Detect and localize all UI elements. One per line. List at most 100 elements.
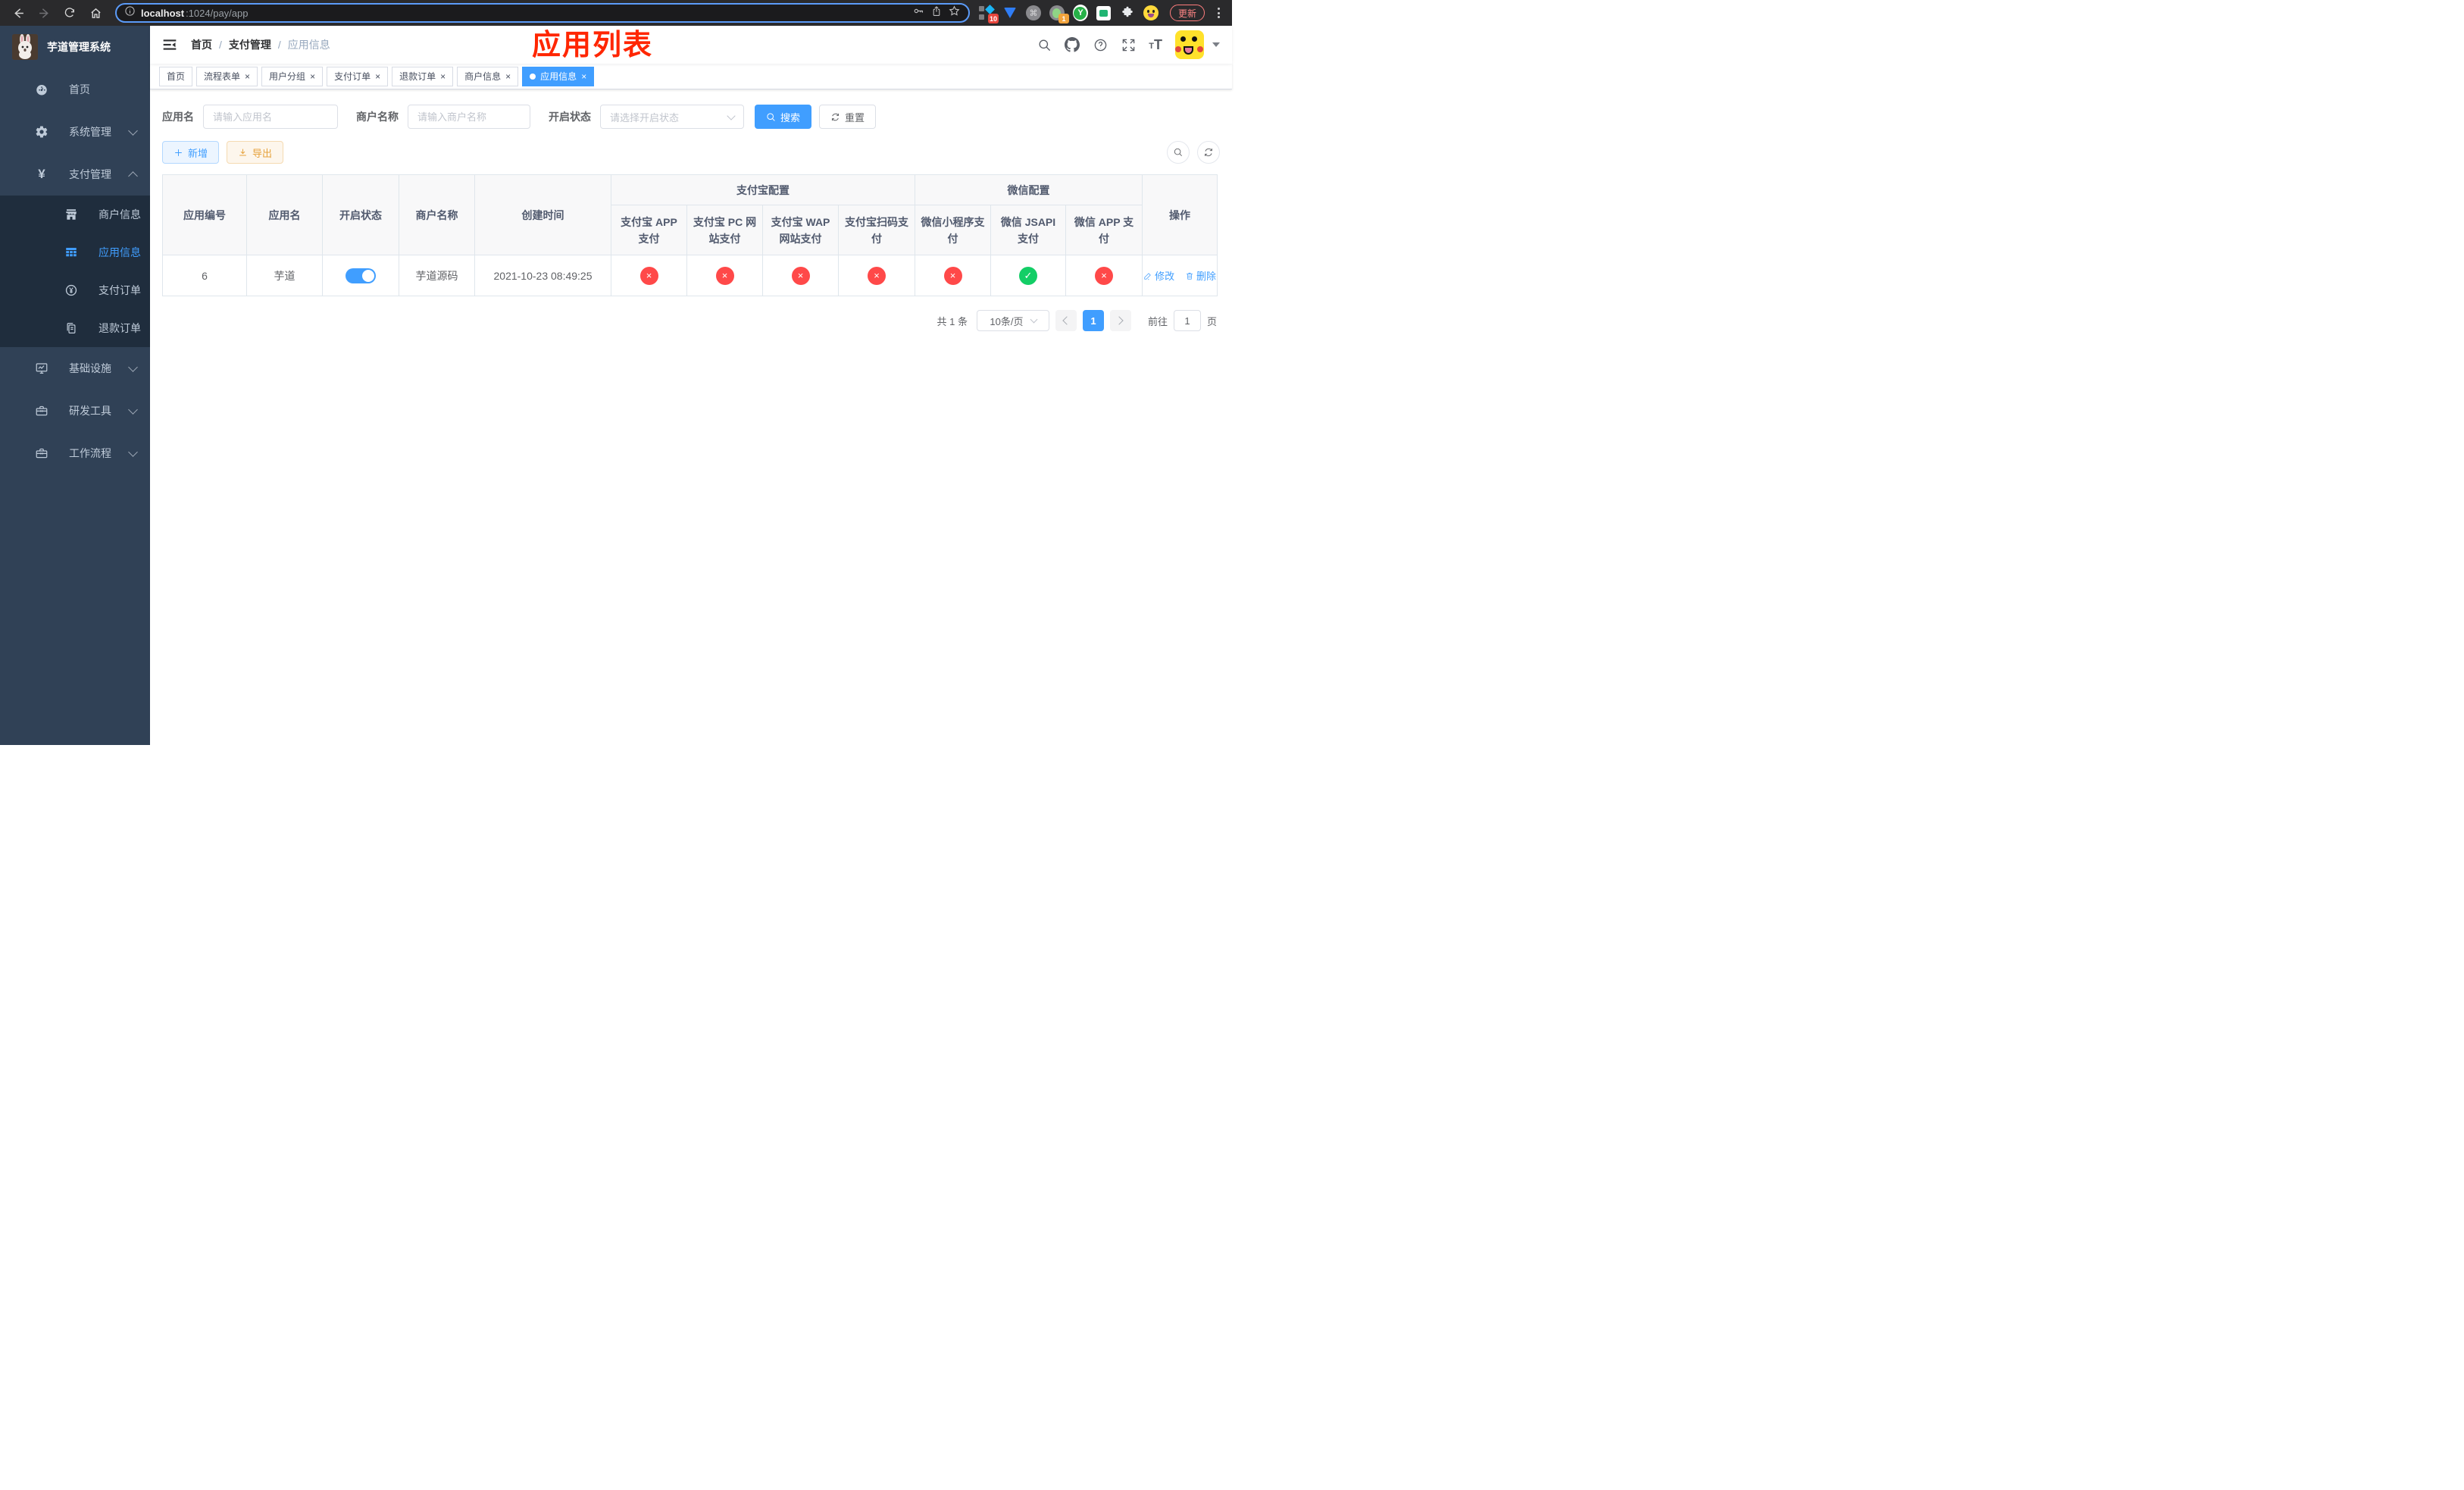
sidebar-item-payment[interactable]: ¥ 支付管理 [0, 153, 150, 196]
merchant-name-input[interactable] [408, 105, 530, 129]
tab-pay-order[interactable]: 支付订单 [327, 66, 389, 86]
extension-gem-icon[interactable] [1002, 5, 1018, 20]
col-header-wechat-jsapi: 微信 JSAPI 支付 [990, 205, 1066, 255]
tab-app-info[interactable]: 应用信息 [522, 66, 595, 86]
gear-icon [35, 125, 48, 139]
refresh-button[interactable] [1197, 141, 1220, 164]
share-icon[interactable] [930, 5, 943, 21]
help-icon[interactable] [1093, 37, 1108, 52]
tab-label: 商户信息 [464, 71, 502, 82]
browser-reload-icon[interactable] [59, 2, 80, 23]
sidebar-item-home[interactable]: 首页 [0, 68, 150, 111]
sidebar-toggle-icon[interactable] [162, 36, 179, 53]
tab-label: 应用信息 [540, 71, 577, 82]
password-key-icon[interactable] [912, 5, 925, 21]
page-number-1[interactable]: 1 [1082, 310, 1104, 331]
status-select[interactable]: 请选择开启状态 [600, 105, 744, 129]
sidebar-item-infra[interactable]: 基础设施 [0, 347, 150, 390]
tab-close-icon[interactable] [310, 72, 315, 81]
user-avatar[interactable] [1175, 30, 1204, 59]
search-icon[interactable] [1037, 37, 1052, 52]
breadcrumb-payment[interactable]: 支付管理 [229, 37, 271, 52]
bookmark-star-icon[interactable] [948, 5, 961, 21]
tab-process-form[interactable]: 流程表单 [196, 66, 258, 86]
sidebar-logo[interactable]: 芋道管理系统 [0, 26, 150, 68]
sidebar-item-refund-order[interactable]: 退款订单 [0, 309, 150, 347]
url-bar[interactable]: localhost :1024/pay/app [115, 3, 970, 23]
extension-sketch-icon[interactable]: 10 [978, 5, 999, 23]
status-fail-icon: × [639, 266, 658, 285]
tab-label: 退款订单 [399, 71, 436, 82]
app-name-input[interactable] [203, 105, 338, 129]
col-header-alipay-app: 支付宝 APP 支付 [611, 205, 687, 255]
delete-link[interactable]: 删除 [1185, 268, 1216, 283]
export-button[interactable]: 导出 [227, 141, 284, 164]
col-header-created: 创建时间 [474, 174, 611, 255]
reset-button[interactable]: 重置 [819, 105, 877, 129]
merchant-name-label: 商户名称 [356, 111, 399, 123]
extension-proxy-icon[interactable]: 1 [1049, 5, 1069, 23]
profile-avatar-icon[interactable] [1143, 5, 1159, 20]
sidebar-item-merchant-info[interactable]: 商户信息 [0, 196, 150, 233]
goto-page-input[interactable] [1173, 310, 1201, 331]
export-button-label: 导出 [252, 147, 273, 159]
tab-home[interactable]: 首页 [159, 66, 193, 86]
prev-page-button[interactable] [1055, 310, 1077, 331]
documents-icon [64, 321, 78, 335]
breadcrumb-home[interactable]: 首页 [191, 37, 212, 52]
tab-close-icon[interactable] [505, 72, 511, 81]
browser-back-icon[interactable] [8, 2, 29, 23]
status-fail-icon: × [943, 266, 962, 285]
active-tab-dot [530, 73, 536, 80]
navbar: 首页 / 支付管理 / 应用信息 应用列表 TT [150, 26, 1232, 64]
sidebar-item-app-info[interactable]: 应用信息 [0, 233, 150, 271]
tab-close-icon[interactable] [375, 72, 380, 81]
chevron-down-icon [128, 446, 138, 457]
status-toggle[interactable] [346, 268, 376, 283]
toolbox-icon [35, 404, 48, 418]
search-button[interactable]: 搜索 [755, 105, 812, 129]
sidebar-item-devtools[interactable]: 研发工具 [0, 390, 150, 432]
browser-forward-icon[interactable] [33, 2, 55, 23]
yen-icon: ¥ [38, 167, 45, 181]
extension-command-icon[interactable]: ⌘ [1025, 5, 1041, 20]
page-size-select[interactable]: 10条/页 [976, 310, 1049, 331]
tab-close-icon[interactable] [440, 72, 446, 81]
sidebar-item-label: 退款订单 [98, 322, 141, 334]
fullscreen-icon[interactable] [1121, 37, 1136, 52]
tab-close-icon[interactable] [245, 72, 250, 81]
extension-chat-icon[interactable] [1096, 5, 1112, 20]
tab-refund-order[interactable]: 退款订单 [392, 66, 454, 86]
group-header-wechat: 微信配置 [914, 174, 1143, 205]
extensions-puzzle-icon[interactable] [1120, 5, 1135, 20]
add-button[interactable]: 新增 [162, 141, 220, 164]
browser-home-icon[interactable] [85, 2, 106, 23]
add-button-label: 新增 [188, 147, 208, 159]
site-info-icon[interactable] [124, 5, 136, 20]
next-page-button[interactable] [1109, 310, 1131, 331]
browser-update-button[interactable]: 更新 [1169, 5, 1205, 21]
sidebar-item-label: 支付管理 [69, 168, 111, 180]
page-unit-label: 页 [1206, 315, 1217, 327]
pagination-goto: 前往 页 [1148, 310, 1217, 331]
col-header-app-name: 应用名 [246, 174, 323, 255]
group-header-alipay: 支付宝配置 [611, 174, 915, 205]
toggle-search-button[interactable] [1167, 141, 1190, 164]
user-menu-caret-icon[interactable] [1212, 42, 1220, 47]
extension-y-icon[interactable]: Y [1072, 5, 1088, 21]
chevron-down-icon [727, 111, 736, 121]
cell-actions: 修改 删除 [1142, 255, 1218, 296]
edit-link[interactable]: 修改 [1143, 268, 1174, 283]
browser-menu-icon[interactable] [1215, 8, 1223, 18]
tab-user-group[interactable]: 用户分组 [261, 66, 324, 86]
yen-circle-icon [64, 283, 78, 297]
font-size-icon[interactable]: TT [1149, 38, 1162, 52]
sidebar-item-pay-order[interactable]: 支付订单 [0, 271, 150, 309]
tab-close-icon[interactable] [581, 72, 586, 81]
sidebar-item-system[interactable]: 系统管理 [0, 111, 150, 153]
tab-merchant-info[interactable]: 商户信息 [457, 66, 519, 86]
goto-label: 前往 [1147, 315, 1168, 327]
github-icon[interactable] [1065, 37, 1080, 52]
sidebar-item-workflow[interactable]: 工作流程 [0, 432, 150, 474]
screen: localhost :1024/pay/app 10 ⌘ 1 Y 更新 芋道管理… [0, 0, 1232, 745]
